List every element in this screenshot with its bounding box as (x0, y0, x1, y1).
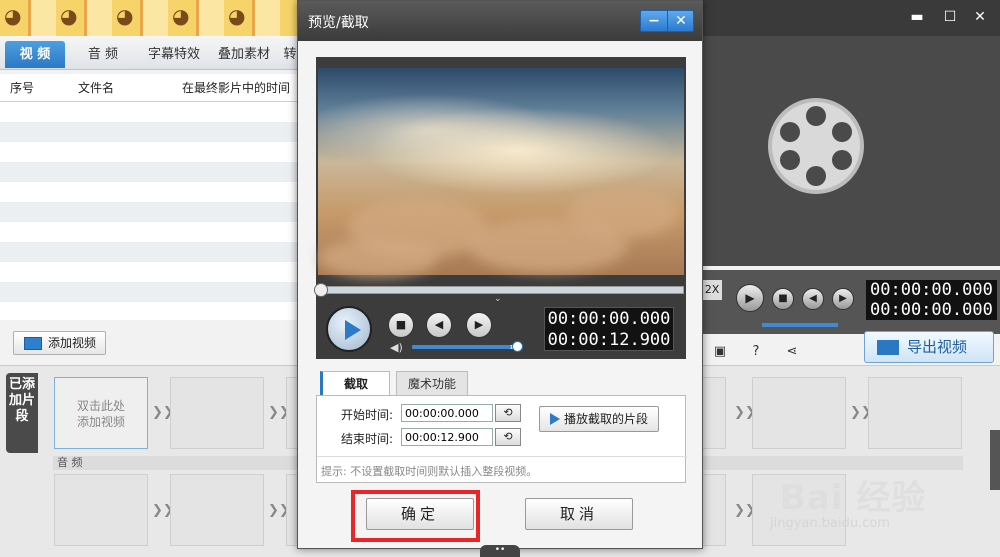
film-icon (24, 337, 42, 350)
baidu-watermark: Bai 经验 jingyan.baidu.com (770, 460, 990, 550)
audio-slot[interactable] (54, 474, 148, 546)
clip-slot[interactable] (752, 377, 846, 449)
watermark-brand: Bai 经验 (780, 478, 927, 518)
dialog-window-buttons: − ✕ (640, 10, 694, 32)
media-tabs: 视 频 音 频 字幕特效 叠加素材 转 (0, 36, 300, 70)
start-time-input[interactable] (401, 404, 493, 422)
clip-slot[interactable] (170, 377, 264, 449)
seek-bar[interactable] (314, 283, 684, 297)
prev-frame-button[interactable]: ◀ (426, 312, 452, 338)
cut-panel-body: 开始时间: ⟲ 结束时间: ⟲ 播放截取的片段 提示: 不设置截取时间则默认插入… (316, 395, 687, 483)
volume-slider[interactable] (412, 345, 516, 349)
handle-icon[interactable]: •• (480, 545, 520, 557)
volume-icon[interactable]: ◀) (390, 341, 404, 354)
audio-slot[interactable] (170, 474, 264, 546)
help-icon[interactable]: ? (748, 344, 764, 360)
tab-video[interactable]: 视 频 (5, 41, 65, 68)
close-icon[interactable]: ✕ (668, 11, 694, 31)
prev-icon[interactable]: ◀ (802, 288, 824, 310)
volume-knob[interactable] (512, 341, 523, 352)
stop-icon[interactable]: ■ (772, 288, 794, 310)
add-video-button[interactable]: 添加视频 (13, 331, 106, 355)
dialog-timecode: 00:00:00.000 00:00:12.900 (544, 307, 674, 351)
next-frame-button[interactable]: ▶ (466, 312, 492, 338)
close-icon[interactable]: ✕ (968, 6, 992, 28)
seek-knob[interactable] (314, 283, 328, 297)
clock-icon[interactable]: ⟲ (495, 428, 521, 446)
main-timecode-current: 00:00:00.000 (866, 280, 997, 300)
export-label: 导出视频 (907, 338, 968, 356)
stop-button[interactable]: ■ (388, 312, 414, 338)
add-clip-hint: 双击此处 添加视频 (76, 399, 125, 429)
play-icon[interactable]: ▶ (736, 284, 764, 312)
column-filename: 文件名 (78, 81, 115, 95)
timeline-scroll-handle[interactable] (990, 430, 1000, 490)
decorative-banner: ◕ ◕ ◕ ◕ ◕ (0, 0, 300, 36)
tab-subtitle-effects[interactable]: 字幕特效 (140, 41, 208, 68)
clip-table-body[interactable] (0, 102, 300, 320)
add-video-label: 添加视频 (48, 336, 97, 350)
play-segment-button[interactable]: 播放截取的片段 (539, 406, 659, 432)
add-clip-slot[interactable]: 双击此处 添加视频 (54, 377, 148, 449)
tab-magic[interactable]: 魔术功能 (396, 371, 468, 395)
export-video-button[interactable]: 导出视频 (864, 331, 994, 363)
play-button[interactable] (326, 306, 372, 352)
added-clips-label: 已添加片段 (6, 373, 38, 453)
main-timecode-total: 00:00:00.000 (866, 300, 997, 320)
next-icon[interactable]: ▶ (832, 288, 854, 310)
column-index: 序号 (10, 81, 35, 95)
end-time-input[interactable] (401, 428, 493, 446)
column-time: 在最终影片中的时间 (182, 81, 291, 95)
prev-icon: ◀ (434, 318, 444, 331)
speed-button[interactable]: 2X (702, 280, 722, 300)
tab-cut[interactable]: 截取 (320, 371, 390, 395)
share-icon[interactable]: ⋖ (784, 344, 800, 360)
watermark-url: jingyan.baidu.com (770, 516, 890, 531)
main-volume-slider[interactable] (762, 323, 838, 327)
save-icon[interactable]: ▣ (712, 344, 728, 360)
clip-slot[interactable] (868, 377, 962, 449)
play-icon (345, 320, 361, 340)
cut-panel: 截取 魔术功能 开始时间: ⟲ 结束时间: ⟲ 播放截取的片段 提示: 不设置截… (316, 371, 687, 483)
timecode-total: 00:00:12.900 (547, 330, 671, 350)
video-preview[interactable] (318, 68, 684, 278)
timecode-current: 00:00:00.000 (547, 309, 671, 329)
minimize-icon[interactable]: − (641, 11, 667, 31)
film-reel-icon (768, 98, 864, 194)
clock-icon[interactable]: ⟲ (495, 404, 521, 422)
ok-highlight-box (351, 490, 480, 542)
next-icon: ▶ (474, 318, 484, 331)
preview-cut-dialog: 预览/截取 − ✕ ⌄ ■ ◀ ▶ ◀) 00:00:00.000 00:00:… (297, 0, 703, 549)
clip-table-header: 序号 文件名 在最终影片中的时间 (0, 74, 300, 102)
chevron-down-icon[interactable]: ⌄ (494, 294, 502, 304)
play-icon (550, 413, 560, 425)
hint-text: 提示: 不设置截取时间则默认插入整段视频。 (317, 456, 687, 479)
play-segment-label: 播放截取的片段 (564, 412, 649, 426)
maximize-icon[interactable]: ☐ (938, 6, 962, 28)
tab-overlay[interactable]: 叠加素材 (212, 41, 276, 68)
start-time-label: 开始时间: (341, 408, 394, 422)
volume-fill (412, 345, 511, 349)
cancel-button[interactable]: 取消 (525, 498, 633, 530)
export-icon (877, 340, 899, 355)
minimize-icon[interactable]: ▬ (905, 6, 929, 28)
end-time-label: 结束时间: (341, 432, 394, 446)
stop-icon: ■ (395, 318, 407, 331)
tab-audio[interactable]: 音 频 (72, 41, 134, 68)
